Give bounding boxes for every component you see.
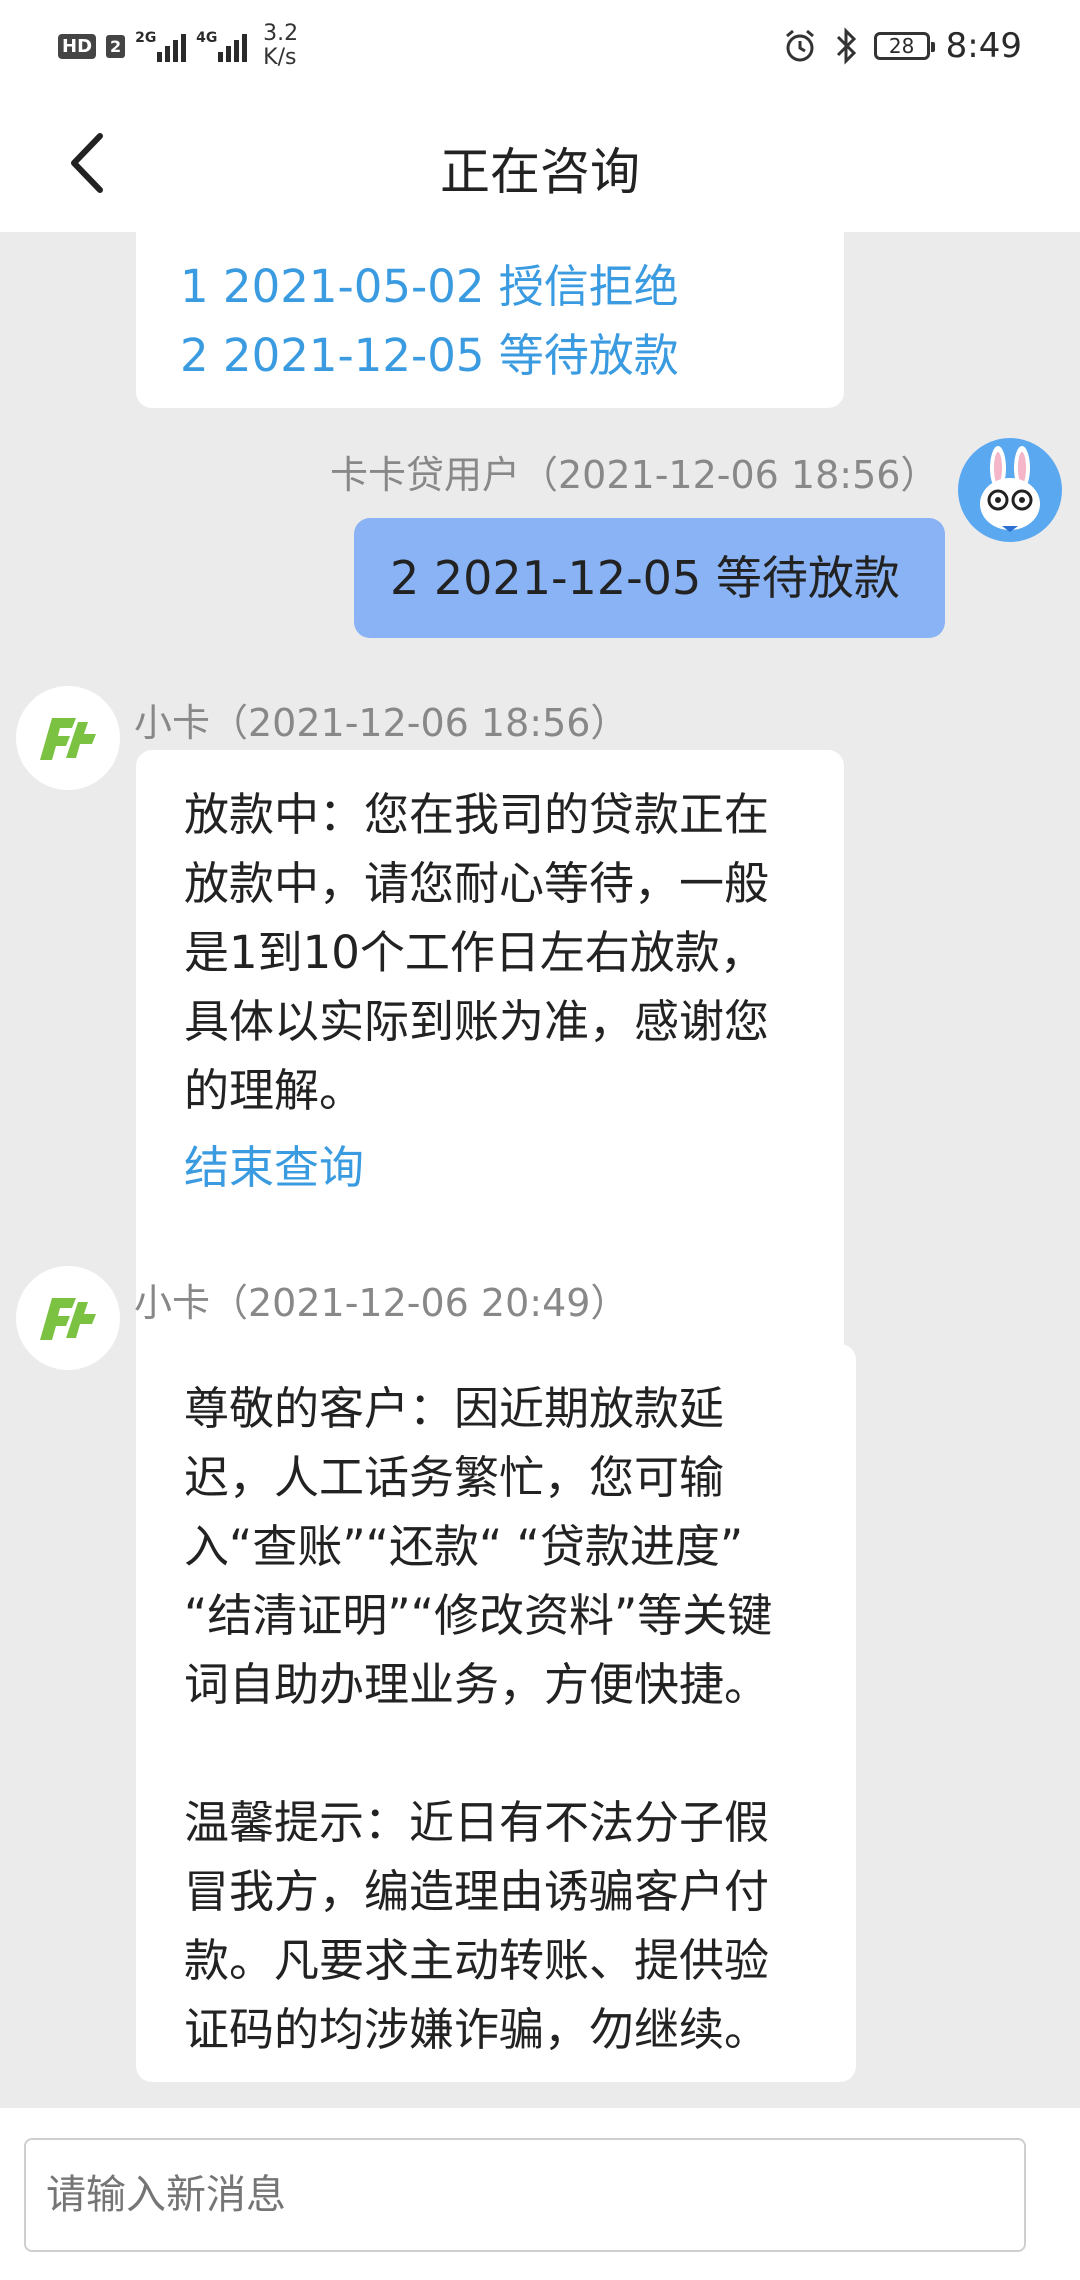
message-sender-time: 小卡（2021-12-06 20:49） (134, 1281, 629, 1325)
bot-message-text: 放款中：您在我司的贷款正在 放款中，请您耐心等待，一般 是1到10个工作日左右放… (184, 788, 770, 1117)
quick-reply-option-2[interactable]: 2 2021-12-05 等待放款 (180, 321, 844, 390)
signal-strength-icon: 4G (196, 30, 248, 62)
status-right: 28 8:49 (782, 26, 1022, 66)
bot-message-bubble: 尊敬的客户：因近期放款延 迟，人工话务繁忙，您可输 入“查账”“还款“ “贷款进… (136, 1344, 856, 2082)
bot-message-text: 尊敬的客户：因近期放款延 迟，人工话务繁忙，您可输 入“查账”“还款“ “贷款进… (184, 1382, 773, 2056)
alarm-icon (785, 29, 814, 62)
network-generation-label: 4G (196, 30, 218, 46)
kaka-logo-icon (16, 1266, 120, 1370)
bot-message-bubble: 1 2021-05-02 授信拒绝 2 2021-12-05 等待放款 (136, 232, 844, 408)
message-sender-time: 小卡（2021-12-06 18:56） (134, 701, 629, 745)
network-speed: 3.2 K/s (263, 21, 299, 70)
app-header: 正在咨询 (0, 92, 1080, 232)
end-inquiry-link[interactable]: 结束查询 (184, 1133, 814, 1202)
user-message-bubble: 2 2021-12-05 等待放款 (354, 518, 945, 638)
status-bar: HD 2 2G 4G 3.2 K/s 28 8:49 (0, 0, 1080, 92)
bluetooth-icon (836, 27, 856, 65)
kaka-logo-icon (16, 686, 120, 790)
message-input[interactable] (24, 2138, 1026, 2252)
chat-area[interactable]: 1 2021-05-02 授信拒绝 2 2021-12-05 等待放款 卡卡贷用… (0, 232, 1080, 2108)
page-title: 正在咨询 (440, 143, 640, 201)
message-input-bar (0, 2108, 1080, 2280)
clock: 8:49 (945, 26, 1022, 66)
signal-strength-icon: 2G (135, 30, 187, 62)
battery-icon: 28 (873, 32, 935, 60)
network-generation-label: 2G (135, 30, 157, 46)
quick-reply-option-1[interactable]: 1 2021-05-02 授信拒绝 (180, 252, 844, 321)
rabbit-avatar-icon (958, 438, 1062, 542)
sim-number-badge: 2 (106, 34, 126, 58)
message-sender-time: 卡卡贷用户（2021-12-06 18:56） (330, 453, 939, 497)
user-message-text: 2 2021-12-05 等待放款 (390, 551, 900, 605)
hd-voice-icon: HD (58, 33, 97, 59)
status-left: HD 2 2G 4G 3.2 K/s (58, 21, 299, 70)
